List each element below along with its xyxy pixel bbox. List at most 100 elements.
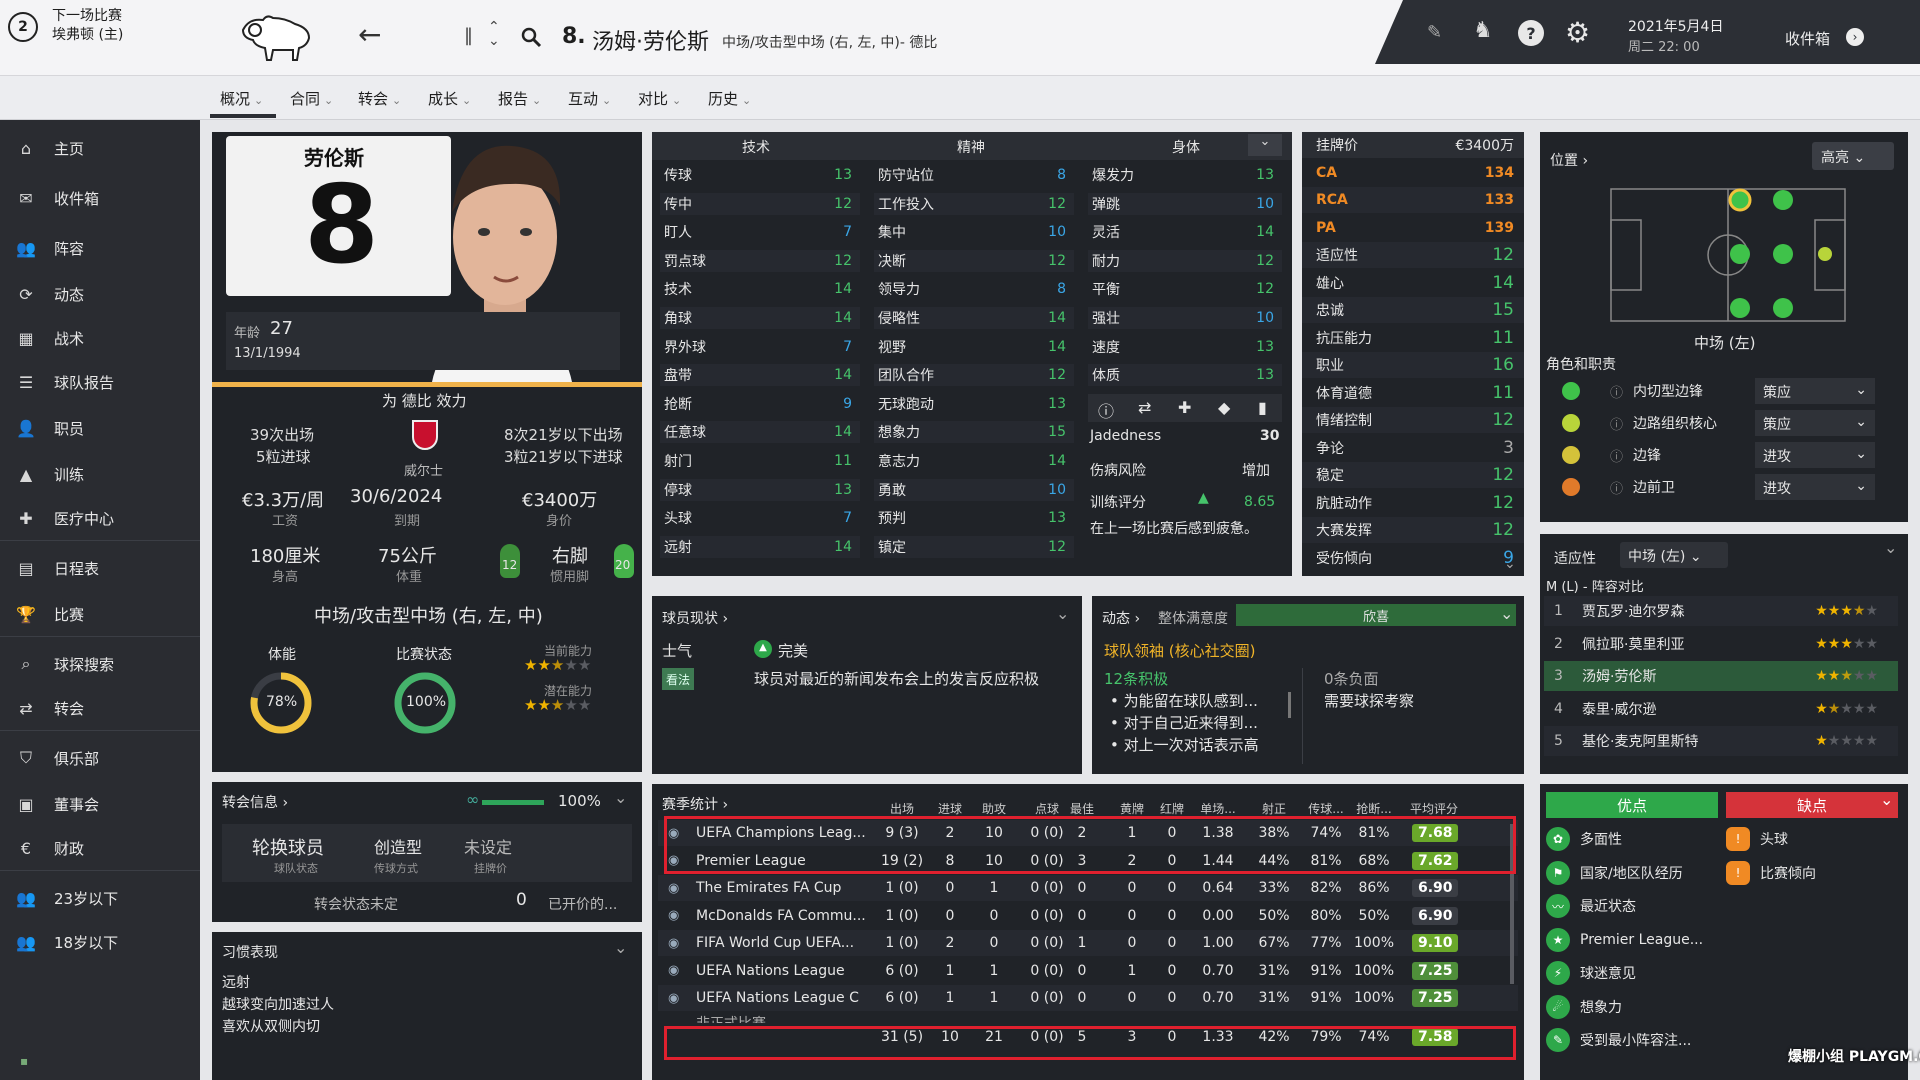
- strength-item[interactable]: ⚡ 球迷意见: [1546, 958, 1718, 988]
- player-name[interactable]: 基伦·麦克阿里斯特: [1574, 731, 1815, 751]
- inbox-button[interactable]: 收件箱: [1785, 28, 1830, 49]
- player-name[interactable]: 泰里·威尔逊: [1574, 699, 1815, 719]
- bar-chart-icon[interactable]: ▮: [1258, 398, 1267, 417]
- back-arrow-icon[interactable]: ←: [358, 18, 381, 51]
- mental-attribute-row[interactable]: 工作投入 12: [874, 192, 1074, 215]
- suitability-row[interactable]: 1 贾瓦罗·迪尔罗森 ★★★★★: [1544, 596, 1898, 626]
- duty-dropdown[interactable]: 进攻 ⌄: [1755, 474, 1876, 500]
- stats-row[interactable]: ◉ McDonalds FA Commu... 1 (0) 0 0 0 (0) 0 0 0 0.0…: [658, 903, 1518, 929]
- competition-name[interactable]: UEFA Nations League: [696, 963, 845, 979]
- next-match-opponent[interactable]: 埃弗顿 (主): [52, 24, 123, 44]
- nation-name[interactable]: 威尔士: [404, 460, 443, 479]
- technical-attribute-row[interactable]: 盯人 7: [660, 221, 860, 243]
- physical-attribute-row[interactable]: 平衡 12: [1088, 278, 1282, 300]
- stats-row[interactable]: ◉ The Emirates FA Cup 1 (0) 0 1 0 (0) 0 0 0 0.64 3…: [658, 875, 1518, 901]
- physical-attribute-row[interactable]: 弹跳 10: [1088, 192, 1282, 215]
- swap-icon[interactable]: ⇄: [1138, 398, 1151, 417]
- weakness-item[interactable]: ! 比赛倾向: [1726, 858, 1898, 888]
- suitability-row[interactable]: 2 佩拉耶·莫里利亚 ★★★★★: [1544, 629, 1898, 659]
- sidebar-item-staff[interactable]: 👤 职员: [0, 406, 200, 450]
- tab-interaction[interactable]: 互动 ⌄: [568, 88, 611, 109]
- stats-column-header[interactable]: 红牌: [1152, 800, 1192, 817]
- stats-column-header[interactable]: 传球...: [1304, 800, 1348, 817]
- medical-kit-icon[interactable]: ✚: [1178, 398, 1191, 417]
- tab-contract[interactable]: 合同 ⌄: [290, 88, 333, 109]
- technical-attribute-row[interactable]: 界外球 7: [660, 336, 860, 358]
- mental-attribute-row[interactable]: 镇定 12: [874, 535, 1074, 558]
- physical-attribute-row[interactable]: 爆发力 13: [1088, 164, 1282, 186]
- technical-attribute-row[interactable]: 射门 11: [660, 450, 860, 472]
- stats-row[interactable]: ◉ UEFA Nations League 6 (0) 1 1 0 (0) 0 1 0 0.70 3…: [658, 958, 1518, 984]
- stats-column-header[interactable]: 最佳: [1062, 800, 1102, 817]
- chevron-down-icon[interactable]: ⌄: [614, 788, 627, 807]
- competition-name[interactable]: McDonalds FA Commu...: [696, 908, 866, 924]
- sidebar-item-board[interactable]: ▣ 董事会: [0, 782, 200, 826]
- stats-column-header[interactable]: 出场: [878, 800, 926, 817]
- role-row[interactable]: ⓘ 边前卫 进攻 ⌄: [1540, 472, 1908, 502]
- stats-column-header[interactable]: 平均评分: [1404, 800, 1464, 817]
- technical-attribute-row[interactable]: 传中 12: [660, 192, 860, 215]
- technical-attribute-row[interactable]: 头球 7: [660, 507, 860, 529]
- role-row[interactable]: ⓘ 边路组织核心 策应 ⌄: [1540, 408, 1908, 438]
- technical-attribute-row[interactable]: 任意球 14: [660, 421, 860, 444]
- dynamics-title[interactable]: 动态 ›: [1102, 608, 1140, 628]
- continue-arrow-icon[interactable]: ›: [1846, 28, 1864, 46]
- tab-history[interactable]: 历史 ⌄: [708, 88, 751, 109]
- technical-attribute-row[interactable]: 角球 14: [660, 307, 860, 329]
- technical-attribute-row[interactable]: 抢断 9: [660, 393, 860, 415]
- status-title[interactable]: 球员现状 ›: [662, 608, 728, 628]
- weakness-item[interactable]: ! 头球: [1726, 824, 1898, 854]
- mental-attribute-row[interactable]: 预判 13: [874, 507, 1074, 529]
- technical-attribute-row[interactable]: 盘带 14: [660, 364, 860, 387]
- strength-item[interactable]: ★ Premier League...: [1546, 925, 1718, 955]
- competition-name[interactable]: 非正式比赛: [696, 1013, 766, 1023]
- highlight-dropdown[interactable]: 高亮 ⌄: [1812, 142, 1894, 170]
- sidebar-item-under23[interactable]: 👥 23岁以下: [0, 876, 200, 920]
- duty-dropdown[interactable]: 进攻 ⌄: [1755, 442, 1876, 468]
- mental-attribute-row[interactable]: 视野 14: [874, 336, 1074, 358]
- sidebar-item-finances[interactable]: € 财政: [0, 826, 200, 870]
- sidebar-item-medical[interactable]: ✚ 医疗中心: [0, 496, 200, 540]
- stats-column-header[interactable]: 黄牌: [1112, 800, 1152, 817]
- suitability-row[interactable]: 4 泰里·威尔逊 ★★★★★: [1544, 694, 1898, 724]
- mental-attribute-row[interactable]: 集中 10: [874, 221, 1074, 243]
- offers-label[interactable]: 已开价的...: [548, 894, 617, 914]
- stats-column-header[interactable]: 进球: [930, 800, 970, 817]
- sidebar-item-home[interactable]: ⌂ 主页: [0, 126, 200, 170]
- transfer-info-title[interactable]: 转会信息 ›: [222, 792, 288, 812]
- strength-item[interactable]: 〰最近状态: [1546, 891, 1718, 921]
- season-stats-title[interactable]: 赛季统计 ›: [662, 794, 728, 814]
- mental-attribute-row[interactable]: 防守站位 8: [874, 164, 1074, 186]
- info-icon[interactable]: ⓘ: [1610, 414, 1623, 433]
- sidebar-item-club[interactable]: ⛉ 俱乐部: [0, 736, 200, 780]
- mental-attribute-row[interactable]: 侵略性 14: [874, 307, 1074, 329]
- technical-attribute-row[interactable]: 罚点球 12: [660, 249, 860, 272]
- suitability-row[interactable]: 5 基伦·麦克阿里斯特 ★★★★★: [1544, 726, 1898, 756]
- stats-column-header[interactable]: 助攻: [974, 800, 1014, 817]
- training-cone-icon[interactable]: ◆: [1218, 398, 1230, 417]
- role-row[interactable]: ⓘ 内切型边锋 策应 ⌄: [1540, 376, 1908, 406]
- info-icon[interactable]: ⓘ: [1610, 446, 1623, 465]
- view-button[interactable]: 看法: [662, 668, 694, 690]
- stats-column-header[interactable]: 抢断...: [1350, 800, 1398, 817]
- tab-development[interactable]: 成长 ⌄: [428, 88, 471, 109]
- strength-item[interactable]: ✿ 多面性: [1546, 824, 1718, 854]
- technical-attribute-row[interactable]: 技术 14: [660, 278, 860, 300]
- mental-attribute-row[interactable]: 无球跑动 13: [874, 393, 1074, 415]
- settings-gear-icon[interactable]: ⚙: [1565, 16, 1590, 49]
- suitability-dropdown[interactable]: 中场 (左) ⌄: [1620, 542, 1728, 568]
- next-match-label[interactable]: 下一场比赛: [52, 5, 122, 25]
- position-title[interactable]: 位置 ›: [1550, 150, 1588, 170]
- player-name[interactable]: 汤姆·劳伦斯: [1574, 666, 1815, 686]
- help-icon[interactable]: ?: [1518, 20, 1544, 46]
- sidebar-item-under18[interactable]: 👥 18岁以下: [0, 920, 200, 964]
- tab-compare[interactable]: 对比 ⌄: [638, 88, 681, 109]
- chevron-down-icon[interactable]: ⌄: [614, 938, 627, 957]
- competition-name[interactable]: FIFA World Cup UEFA...: [696, 935, 854, 951]
- attributes-dropdown[interactable]: ⌄: [1248, 134, 1282, 156]
- duty-dropdown[interactable]: 策应 ⌄: [1755, 410, 1876, 436]
- role-row[interactable]: ⓘ 边锋 进攻 ⌄: [1540, 440, 1908, 470]
- chevron-down-icon[interactable]: ⌄: [1056, 604, 1069, 623]
- physical-attribute-row[interactable]: 强壮 10: [1088, 307, 1282, 329]
- technical-attribute-row[interactable]: 传球 13: [660, 164, 860, 186]
